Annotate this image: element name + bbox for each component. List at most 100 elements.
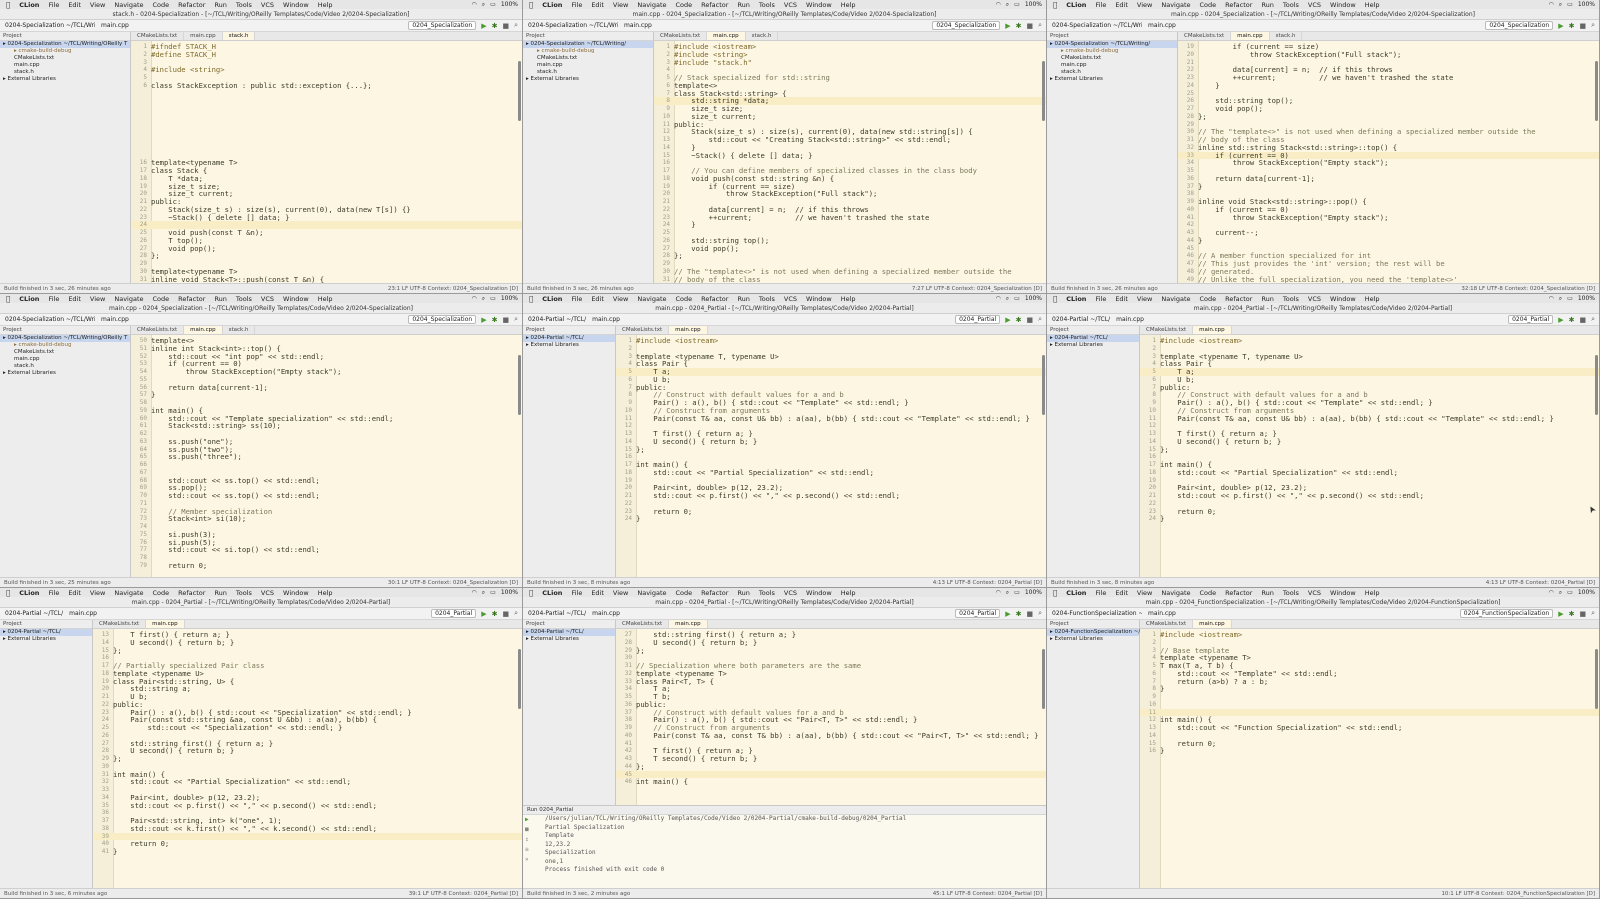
project-tree-item[interactable]: ▸ 0204-Partial ~/TCL/ xyxy=(523,629,615,636)
battery-icon[interactable]: ▭ xyxy=(490,295,496,302)
menu-item-edit[interactable]: Edit xyxy=(591,295,604,303)
file-breadcrumb[interactable]: main.cpp xyxy=(592,610,620,617)
debug-icon[interactable]: ✱ xyxy=(1569,610,1575,618)
project-tree-item[interactable]: ▸ cmake-build-debug xyxy=(0,48,130,55)
menu-item-window[interactable]: Window xyxy=(283,589,309,597)
file-breadcrumb[interactable]: main.cpp xyxy=(624,22,652,29)
editor-tab[interactable]: stack.h xyxy=(222,32,256,40)
menu-item-vcs[interactable]: VCS xyxy=(1308,589,1321,597)
project-tree-item[interactable]: ▸ External Libraries xyxy=(0,370,130,377)
debug-icon[interactable]: ✱ xyxy=(1016,316,1022,324)
menu-item-edit[interactable]: Edit xyxy=(591,1,604,9)
file-breadcrumb[interactable]: main.cpp xyxy=(101,316,129,323)
menu-item-navigate[interactable]: Navigate xyxy=(1161,1,1190,9)
menu-item-navigate[interactable]: Navigate xyxy=(637,295,666,303)
menu-item-navigate[interactable]: Navigate xyxy=(114,589,143,597)
project-tree-item[interactable]: stack.h xyxy=(1047,69,1177,76)
editor-tab[interactable]: main.cpp xyxy=(669,620,708,628)
project-tool-header[interactable]: Project xyxy=(523,620,615,629)
project-tree-item[interactable]: ▸ 0204-Specialization ~/TCL/Writing/ORei… xyxy=(0,335,130,342)
stop-icon[interactable]: ■ xyxy=(1579,22,1586,30)
search-icon[interactable]: ⌕ xyxy=(482,1,485,9)
pin-icon[interactable]: ↧ xyxy=(525,836,529,843)
project-tree-item[interactable]: CMakeLists.txt xyxy=(0,349,130,356)
project-tree-item[interactable]: CMakeLists.txt xyxy=(0,55,130,62)
wifi-icon[interactable]: ◠ xyxy=(996,1,1001,8)
project-tree-item[interactable]: ▸ cmake-build-debug xyxy=(1047,48,1177,55)
menu-item-run[interactable]: Run xyxy=(1261,589,1273,597)
editor-tab[interactable]: main.cpp xyxy=(707,32,746,40)
menu-item-tools[interactable]: Tools xyxy=(236,589,252,597)
project-tool-header[interactable]: Project xyxy=(0,32,130,41)
menu-item-view[interactable]: View xyxy=(90,1,105,9)
run-configuration-select[interactable]: 0204_Specialization xyxy=(932,21,1001,30)
menu-item-run[interactable]: Run xyxy=(737,295,749,303)
project-breadcrumb[interactable]: 0204-Partial ~/TCL/ xyxy=(528,610,586,617)
menu-item-help[interactable]: Help xyxy=(318,589,333,597)
debug-icon[interactable]: ✱ xyxy=(492,22,498,30)
menu-item-code[interactable]: Code xyxy=(676,295,693,303)
menu-item-window[interactable]: Window xyxy=(283,295,309,303)
editor-tab[interactable]: CMakeLists.txt xyxy=(1140,620,1194,628)
editor-scrollbar[interactable] xyxy=(518,61,521,121)
apple-icon[interactable]:  xyxy=(1053,295,1057,303)
menu-item-edit[interactable]: Edit xyxy=(1115,589,1128,597)
close-run-icon[interactable]: ✕ xyxy=(525,856,529,863)
menu-item-refactor[interactable]: Refactor xyxy=(1225,589,1252,597)
file-breadcrumb[interactable]: main.cpp xyxy=(1148,610,1176,617)
code-editor[interactable]: 19 if (current == size) 20 throw StackExc… xyxy=(1178,41,1599,283)
search-everywhere-icon[interactable]: ⌕ xyxy=(1591,21,1595,30)
menu-item-tools[interactable]: Tools xyxy=(759,1,775,9)
menu-item-file[interactable]: File xyxy=(48,1,59,9)
wifi-icon[interactable]: ◠ xyxy=(1549,295,1554,302)
menu-item-help[interactable]: Help xyxy=(1365,589,1380,597)
debug-icon[interactable]: ✱ xyxy=(1569,316,1575,324)
menu-item-code[interactable]: Code xyxy=(153,1,170,9)
stop-icon[interactable]: ■ xyxy=(502,22,509,30)
menu-item-run[interactable]: Run xyxy=(214,1,226,9)
menu-item-refactor[interactable]: Refactor xyxy=(178,589,205,597)
menu-item-navigate[interactable]: Navigate xyxy=(114,1,143,9)
menu-item-view[interactable]: View xyxy=(613,1,628,9)
project-tree-item[interactable]: ▸ External Libraries xyxy=(1047,342,1139,349)
run-icon[interactable]: ▶ xyxy=(1005,610,1010,618)
menu-item-tools[interactable]: Tools xyxy=(1283,589,1299,597)
menu-item-vcs[interactable]: VCS xyxy=(784,1,797,9)
project-tree-item[interactable]: ▸ 0204-Partial ~/TCL/ xyxy=(1047,335,1139,342)
stop-icon[interactable]: ■ xyxy=(1026,22,1033,30)
battery-icon[interactable]: ▭ xyxy=(1567,1,1573,8)
menu-item-view[interactable]: View xyxy=(613,295,628,303)
project-tree-item[interactable]: ▸ 0204-Partial ~/TCL/ xyxy=(523,335,615,342)
apple-icon[interactable]:  xyxy=(6,1,10,9)
editor-tab[interactable]: CMakeLists.txt xyxy=(616,326,670,334)
apple-icon[interactable]:  xyxy=(529,1,533,9)
menu-item-vcs[interactable]: VCS xyxy=(784,295,797,303)
search-everywhere-icon[interactable]: ⌕ xyxy=(1038,609,1042,618)
editor-tab[interactable]: stack.h xyxy=(746,32,779,40)
project-breadcrumb[interactable]: 0204-Specialization ~/TCL/Writing/OReill… xyxy=(5,316,95,323)
menu-item-refactor[interactable]: Refactor xyxy=(1225,1,1252,9)
battery-icon[interactable]: ▭ xyxy=(1014,589,1020,596)
code-editor[interactable]: 50 template<> 51 inline int Stack<int>::top… xyxy=(131,335,522,577)
run-icon[interactable]: ▶ xyxy=(1005,22,1010,30)
search-everywhere-icon[interactable]: ⌕ xyxy=(1591,315,1595,324)
menu-item-tools[interactable]: Tools xyxy=(1283,1,1299,9)
run-icon[interactable]: ▶ xyxy=(1558,610,1563,618)
project-tool-header[interactable]: Project xyxy=(1047,620,1139,629)
menu-item-refactor[interactable]: Refactor xyxy=(178,1,205,9)
debug-icon[interactable]: ✱ xyxy=(1569,22,1575,30)
menu-item-run[interactable]: Run xyxy=(737,1,749,9)
project-tool-header[interactable]: Project xyxy=(1047,326,1139,335)
editor-tab[interactable]: main.cpp xyxy=(1193,620,1232,628)
search-everywhere-icon[interactable]: ⌕ xyxy=(1038,21,1042,30)
menu-item-edit[interactable]: Edit xyxy=(68,589,81,597)
menu-item-vcs[interactable]: VCS xyxy=(261,295,274,303)
scroll-icon[interactable]: ≡ xyxy=(525,846,529,853)
editor-tab[interactable]: CMakeLists.txt xyxy=(616,620,670,628)
menu-item-help[interactable]: Help xyxy=(318,1,333,9)
editor-scrollbar[interactable] xyxy=(518,649,521,709)
search-everywhere-icon[interactable]: ⌕ xyxy=(1038,315,1042,324)
menu-item-view[interactable]: View xyxy=(613,589,628,597)
menu-item-edit[interactable]: Edit xyxy=(1115,295,1128,303)
search-everywhere-icon[interactable]: ⌕ xyxy=(514,315,518,324)
